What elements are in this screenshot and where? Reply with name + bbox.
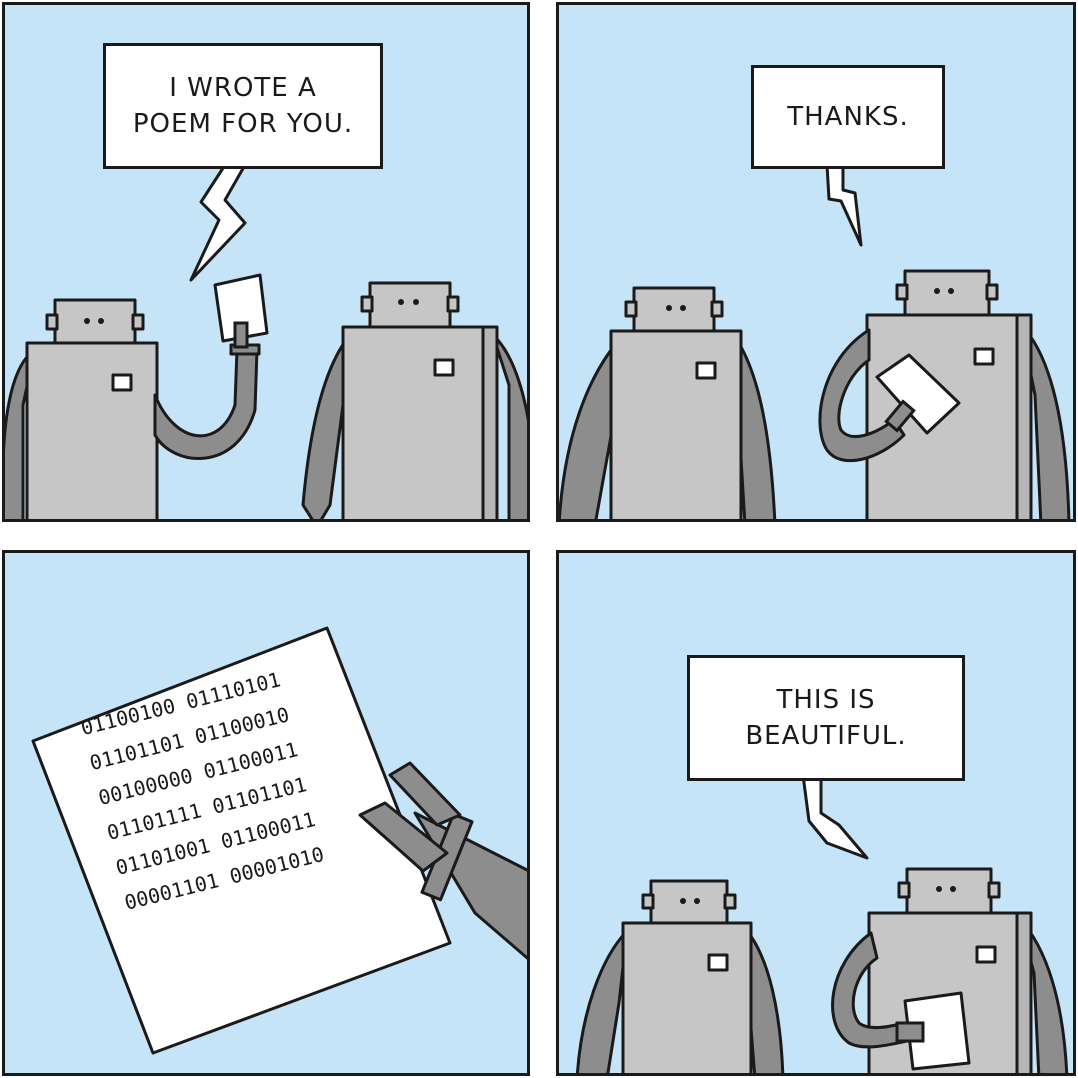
panel-3: 01100100 01110101 01101101 01100010 0010…	[2, 550, 530, 1076]
robot-right-head	[905, 867, 993, 917]
panel-4: THIS IS BEAUTIFUL.	[556, 550, 1076, 1076]
robot-right-head	[903, 269, 991, 319]
robot-right-button	[973, 347, 995, 366]
robot-left	[575, 879, 785, 1073]
robot-left	[559, 286, 777, 519]
speech-bubble: I WROTE A POEM FOR YOU.	[103, 43, 383, 169]
robot-left-body	[609, 329, 743, 519]
robot-left-button	[707, 953, 729, 972]
robot-right-hand	[895, 1021, 925, 1043]
panel-1: I WROTE A POEM FOR YOU.	[2, 2, 530, 522]
robot-left-head	[649, 879, 729, 927]
robot-right-body	[341, 325, 495, 519]
comic-strip: I WROTE A POEM FOR YOU. THANKS. 01100100…	[0, 0, 1078, 1078]
robot-left-head	[632, 286, 716, 336]
speech-bubble: THANKS.	[751, 65, 945, 169]
robot-left-arm	[575, 929, 629, 1073]
robot-right	[301, 281, 527, 519]
robot-left-arm	[153, 348, 259, 460]
speech-bubble: THIS IS BEAUTIFUL.	[687, 655, 965, 781]
robot-right-button	[975, 945, 997, 964]
robot-right-side-panel	[481, 325, 499, 519]
robot-left-body	[621, 921, 753, 1073]
robot-right-button	[433, 358, 455, 377]
robot-left-body	[25, 341, 159, 519]
speech-tail	[825, 163, 863, 247]
panel-4-art	[575, 773, 1069, 1073]
robot-left-button	[111, 373, 133, 392]
speech-tail	[801, 773, 869, 860]
robot-left-head	[53, 298, 137, 348]
robot-right-ear	[897, 881, 911, 899]
robot-left-ear	[723, 893, 737, 910]
panel-2: THANKS.	[556, 2, 1076, 522]
robot-left-ear	[641, 893, 655, 910]
robot-left-arm	[735, 338, 777, 519]
robot-left-ear	[131, 313, 145, 331]
robot-left-ear	[45, 313, 59, 331]
speech-tail	[189, 163, 247, 282]
robot-left-ear	[624, 300, 638, 318]
robot-right-ear	[895, 283, 909, 301]
robot-right-side-panel	[1015, 313, 1033, 519]
robot-right-head	[368, 281, 452, 331]
robot-right-back-arm	[491, 333, 527, 519]
robot-left-hand	[233, 321, 249, 349]
robot-left-button	[695, 361, 717, 380]
robot-left-ear	[710, 300, 724, 318]
robot-right-ear	[446, 295, 460, 313]
robot-right-side-panel	[1015, 911, 1033, 1073]
robot-right-ear	[987, 881, 1001, 899]
robot-right-ear	[985, 283, 999, 301]
robot-right-ear	[360, 295, 374, 313]
